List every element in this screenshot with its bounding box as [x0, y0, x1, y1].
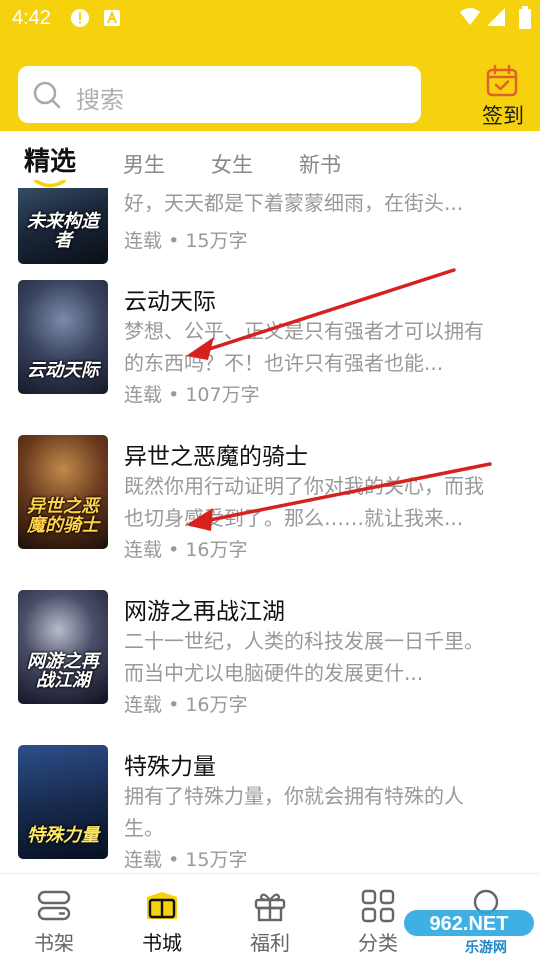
search-icon	[33, 81, 61, 109]
list-item[interactable]: 未来构造者 好，天天都是下着蒙蒙细雨，在街头... 连载 • 15万字	[0, 188, 540, 264]
book-meta: 连载 • 16万字	[124, 690, 248, 717]
book-wordcount: 16万字	[185, 539, 248, 561]
status-time: 4:42	[12, 7, 51, 29]
tab-female[interactable]: 女生	[211, 149, 253, 179]
book-cover[interactable]: 云动天际	[18, 280, 108, 394]
gift-icon	[254, 893, 286, 922]
book-title: 网游之再战江湖	[124, 599, 285, 625]
alert-icon	[71, 9, 89, 27]
cover-title: 特殊力量	[27, 825, 99, 846]
battery-icon	[519, 6, 531, 29]
bookstore-icon	[147, 892, 177, 919]
book-status: 连载	[124, 384, 163, 406]
category-icon	[361, 889, 395, 923]
svg-text:乐游网: 乐游网	[465, 939, 507, 956]
book-cover[interactable]: 异世之恶魔的骑士	[18, 435, 108, 549]
book-status: 连载	[124, 849, 163, 871]
status-bar: 4:42	[0, 0, 540, 38]
nav-label: 书架	[34, 931, 74, 955]
meta-dot: •	[168, 849, 186, 871]
meta-dot: •	[168, 694, 186, 716]
book-description: 二十一世纪，人类的科技发展一日千里。而当中尤以电脑硬件的发展更什...	[124, 629, 484, 685]
book-meta: 连载 • 15万字	[124, 845, 248, 872]
cover-title: 网游之再战江湖	[27, 651, 99, 691]
book-title: 特殊力量	[124, 754, 216, 780]
nav-item-bookstore[interactable]: 书城	[108, 874, 216, 960]
tab-featured[interactable]: 精选	[24, 141, 76, 178]
book-title: 云动天际	[124, 289, 216, 315]
category-tabs: 精选 男生 女生 新书	[0, 131, 540, 191]
book-title: 异世之恶魔的骑士	[124, 444, 308, 470]
book-meta: 连载 • 16万字	[124, 535, 248, 562]
list-item[interactable]: 云动天际 云动天际 梦想、公平、正义是只有强者才可以拥有的东西吗？不！也许只有强…	[0, 280, 540, 420]
checkin-label: 签到	[482, 104, 524, 128]
tab-male[interactable]: 男生	[123, 149, 165, 179]
wifi-icon	[460, 8, 480, 25]
checkin-button[interactable]: 签到	[472, 62, 534, 128]
book-status: 连载	[124, 539, 163, 561]
list-item[interactable]: 异世之恶魔的骑士 异世之恶魔的骑士 既然你用行动证明了你对我的关心，而我也切身感…	[0, 435, 540, 575]
book-description: 好，天天都是下着蒙蒙细雨，在街头...	[124, 191, 464, 215]
book-wordcount: 107万字	[185, 384, 260, 406]
watermark-logo: 962.NET 乐游网	[404, 910, 534, 956]
nav-label: 福利	[250, 931, 290, 955]
app-header: 4:42 搜索 签到	[0, 0, 540, 131]
meta-dot: •	[168, 230, 186, 252]
list-item[interactable]: 网游之再战江湖 网游之再战江湖 二十一世纪，人类的科技发展一日千里。而当中尤以电…	[0, 590, 540, 730]
tab-new[interactable]: 新书	[299, 149, 341, 179]
nav-item-welfare[interactable]: 福利	[216, 874, 324, 960]
book-list: 未来构造者 好，天天都是下着蒙蒙细雨，在街头... 连载 • 15万字 云动天际…	[0, 188, 540, 873]
meta-dot: •	[168, 539, 186, 561]
book-meta: 连载 • 15万字	[124, 226, 248, 253]
book-cover[interactable]: 特殊力量	[18, 745, 108, 859]
book-description: 拥有了特殊力量，你就会拥有特殊的人生。	[124, 784, 464, 840]
calendar-check-icon	[486, 64, 518, 97]
cover-title: 异世之恶魔的骑士	[27, 496, 99, 536]
book-cover[interactable]: 网游之再战江湖	[18, 590, 108, 704]
search-input[interactable]: 搜索	[18, 66, 421, 123]
book-description: 梦想、公平、正义是只有强者才可以拥有的东西吗？不！也许只有强者也能...	[124, 319, 484, 375]
signal-icon	[487, 8, 505, 26]
book-wordcount: 15万字	[185, 230, 248, 252]
meta-dot: •	[168, 384, 186, 406]
cover-title: 云动天际	[27, 360, 99, 381]
book-description: 既然你用行动证明了你对我的关心，而我也切身感受到了。那么……就让我来...	[124, 474, 484, 530]
book-status: 连载	[124, 230, 163, 252]
notification-a-icon	[104, 10, 120, 26]
book-cover[interactable]: 未来构造者	[18, 188, 108, 264]
nav-item-shelf[interactable]: 书架	[0, 874, 108, 960]
book-meta: 连载 • 107万字	[124, 380, 260, 407]
book-wordcount: 15万字	[185, 849, 248, 871]
shelf-icon	[37, 890, 71, 921]
cover-title: 未来构造者	[27, 211, 99, 251]
nav-label: 书城	[142, 931, 182, 955]
svg-text:962.NET: 962.NET	[430, 913, 509, 935]
book-status: 连载	[124, 694, 163, 716]
book-wordcount: 16万字	[185, 694, 248, 716]
tab-indicator	[34, 180, 66, 188]
search-placeholder: 搜索	[76, 86, 124, 114]
list-item[interactable]: 特殊力量 特殊力量 拥有了特殊力量，你就会拥有特殊的人生。 连载 • 15万字	[0, 745, 540, 873]
